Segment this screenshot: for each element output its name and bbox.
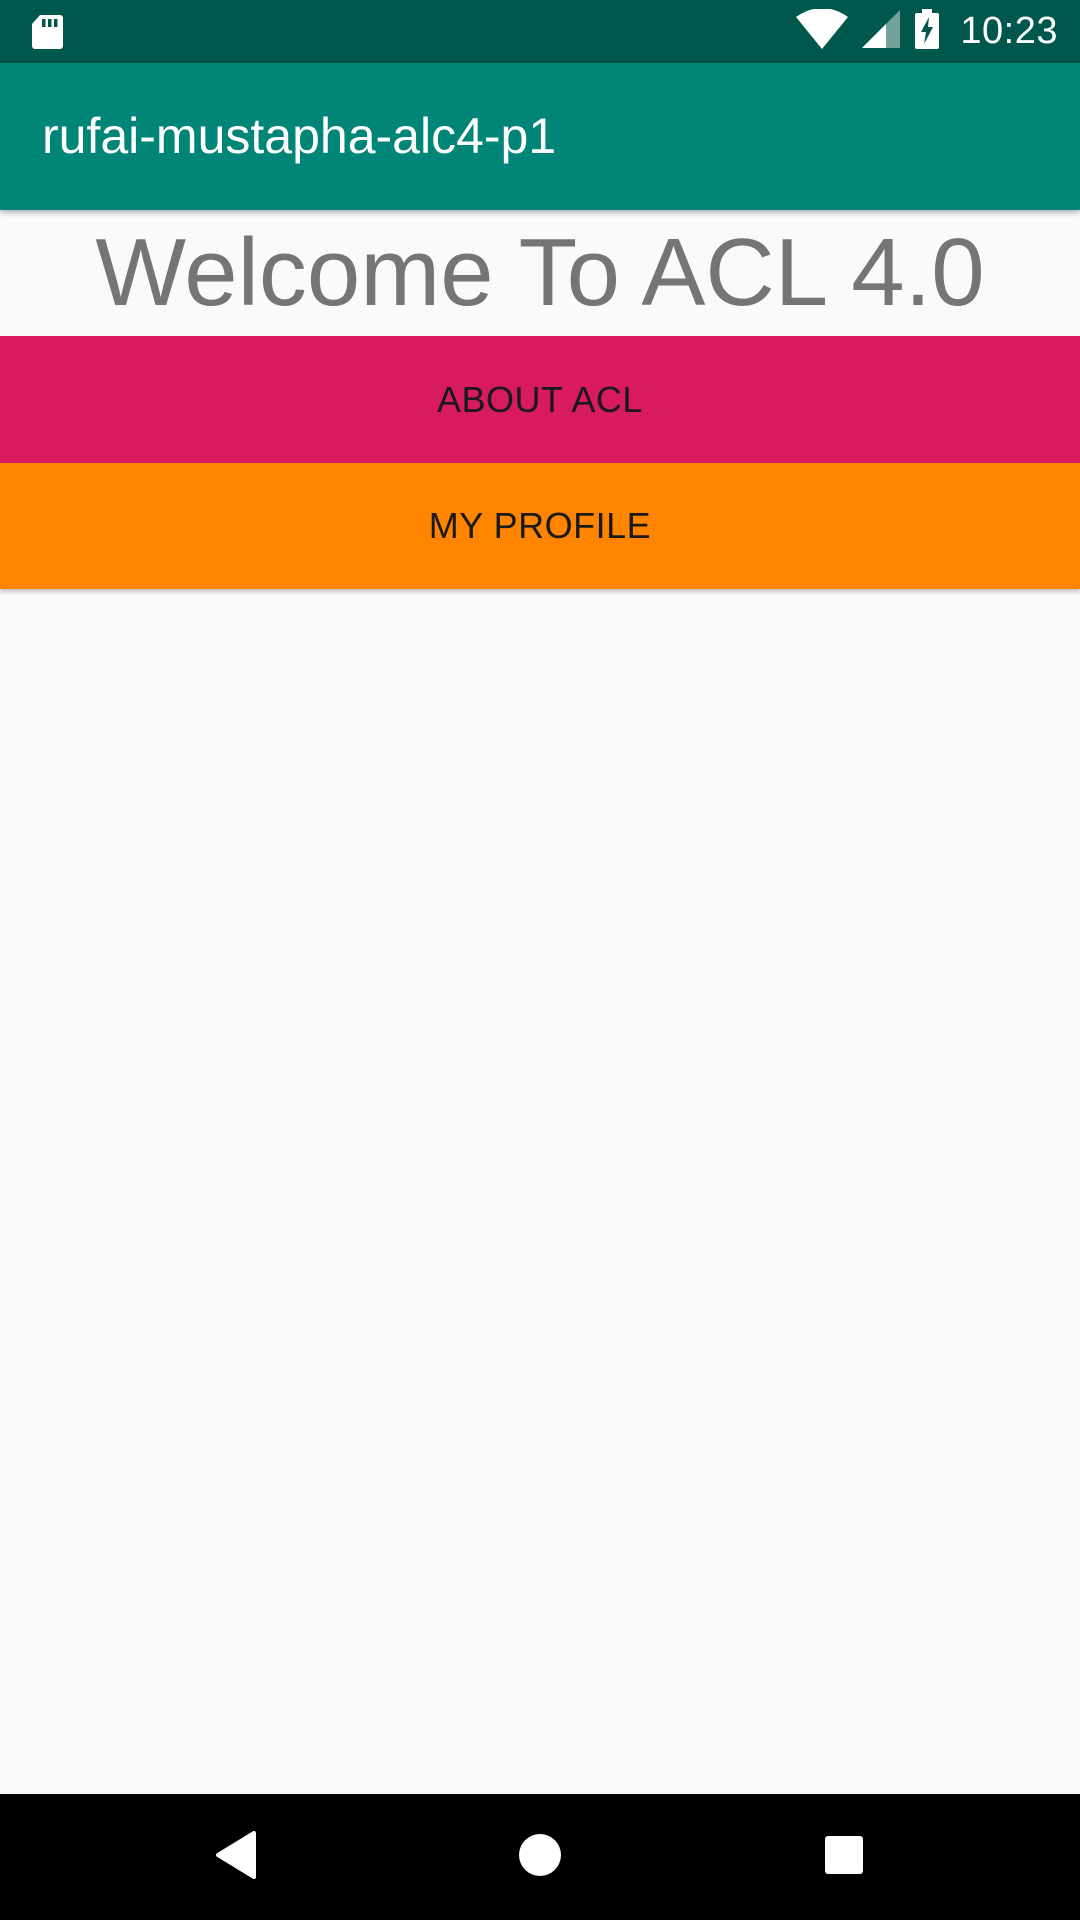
app-title: rufai-mustapha-alc4-p1 <box>42 108 557 164</box>
about-acl-button[interactable]: ABOUT ACL <box>0 336 1080 463</box>
navigation-bar <box>0 1794 1080 1920</box>
about-acl-label: ABOUT ACL <box>437 378 643 420</box>
status-icons: 10:23 <box>796 0 1058 63</box>
signal-icon <box>862 10 901 53</box>
status-time: 10:23 <box>960 10 1058 52</box>
recent-apps-button[interactable] <box>804 1817 884 1897</box>
my-profile-button[interactable]: MY PROFILE <box>0 463 1080 589</box>
recent-apps-icon <box>824 1835 864 1880</box>
home-icon <box>518 1833 562 1882</box>
app-bar: rufai-mustapha-alc4-p1 <box>0 63 1080 210</box>
status-bar: 10:23 <box>0 0 1080 63</box>
home-button[interactable] <box>500 1817 580 1897</box>
battery-charging-icon <box>914 9 940 54</box>
back-icon <box>214 1830 258 1884</box>
back-button[interactable] <box>196 1817 276 1897</box>
wifi-icon <box>796 8 849 54</box>
sd-card-icon <box>30 13 64 51</box>
welcome-heading: Welcome To ACL 4.0 <box>95 219 985 326</box>
my-profile-label: MY PROFILE <box>428 505 652 546</box>
